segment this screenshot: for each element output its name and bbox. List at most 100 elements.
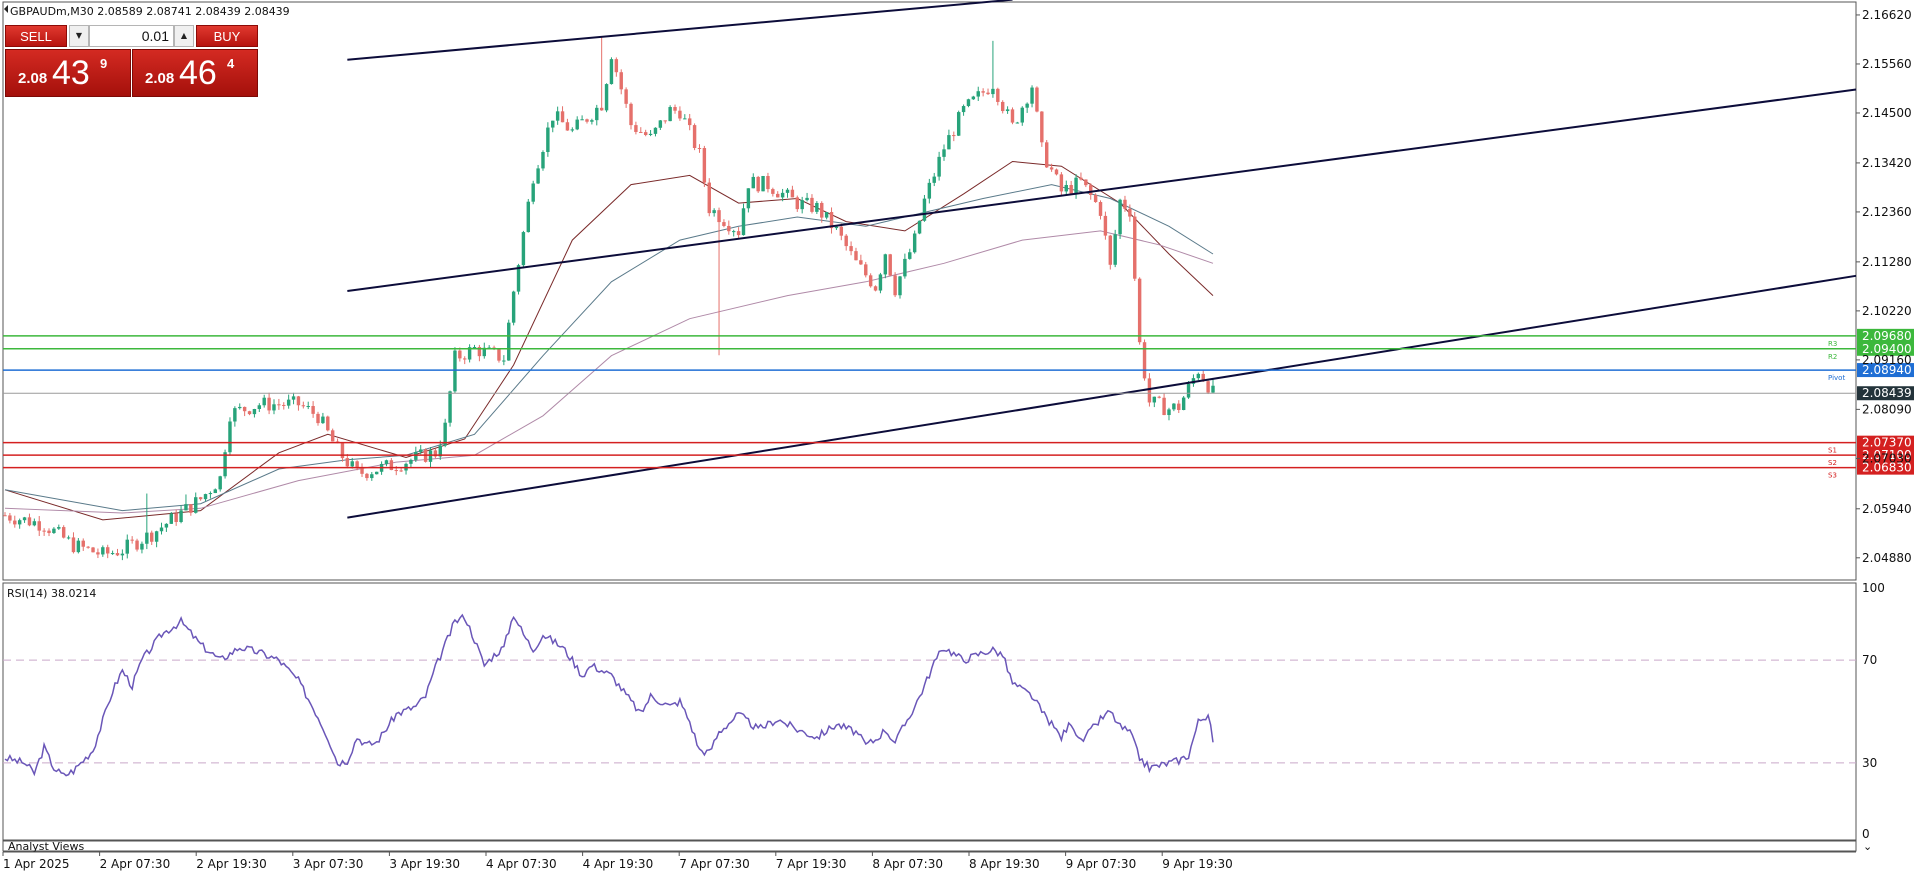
candle-body (228, 421, 232, 453)
candle-body (169, 513, 173, 524)
close-strip-icon[interactable]: ⌄ (1863, 840, 1872, 853)
candle-body (1045, 142, 1049, 168)
candle-body (350, 461, 354, 467)
candle-body (1035, 87, 1039, 112)
candle-body (927, 182, 932, 199)
y-tick-label: 2.10220 (1862, 304, 1912, 318)
candle-body (159, 527, 164, 532)
candle-body (330, 430, 335, 442)
candle-body (678, 110, 682, 119)
candle-body (1147, 378, 1152, 403)
candle-body (912, 233, 917, 253)
candle-body (3, 515, 7, 517)
candle-body (213, 489, 218, 494)
x-tick-label: 4 Apr 07:30 (486, 857, 557, 871)
candle-body (262, 397, 266, 406)
sell-price-fraction: 9 (100, 56, 108, 71)
buy-price-display[interactable]: 2.08 46 4 (132, 49, 258, 97)
candle-body (267, 397, 271, 411)
analyst-views-strip[interactable] (2, 840, 1857, 852)
candle-body (101, 547, 105, 555)
candle-body (883, 254, 888, 275)
candle-body (903, 258, 907, 277)
price-panel[interactable] (2, 1, 1857, 581)
candle-body (71, 537, 76, 553)
candle-body (1089, 185, 1093, 195)
level-mini-label: R3 (1828, 340, 1837, 348)
candle-body (13, 520, 17, 525)
candle-body (414, 451, 418, 460)
candle-body (384, 460, 389, 464)
candle-body (922, 198, 927, 221)
lot-size-input[interactable] (89, 25, 174, 47)
candle-body (1167, 409, 1171, 416)
candle-body (707, 182, 711, 214)
candle-body (233, 408, 237, 422)
x-tick-label: 1 Apr 2025 (3, 857, 70, 871)
candle-body (717, 210, 721, 223)
candle-body (521, 232, 526, 266)
x-tick-label: 4 Apr 19:30 (583, 857, 654, 871)
candle-body (560, 111, 565, 123)
candle-body (345, 458, 350, 467)
candle-body (145, 532, 149, 544)
candle-body (311, 406, 315, 414)
candle-body (898, 276, 902, 296)
candle-body (996, 88, 1000, 102)
candle-body (687, 118, 692, 126)
candle-body (247, 411, 252, 415)
buy-price-prefix: 2.08 (145, 70, 175, 87)
candle-body (497, 348, 501, 361)
candle-body (604, 84, 609, 111)
candle-body (1211, 385, 1215, 393)
candle-body (634, 125, 638, 132)
candle-body (976, 91, 980, 97)
candle-body (795, 197, 800, 210)
level-mini-label: S2 (1828, 459, 1837, 467)
candle-body (27, 517, 32, 526)
candle-body (189, 504, 193, 513)
candle-body (389, 460, 394, 471)
rsi-y-tick-label: 0 (1862, 827, 1870, 841)
candle-body (966, 99, 971, 107)
rsi-y-tick-label: 30 (1862, 756, 1877, 770)
chart-canvas[interactable]: Analyst Views ⌄ GBPAUDm,M30 2.08589 2.08… (0, 0, 1916, 874)
sell-price-prefix: 2.08 (18, 70, 48, 87)
candle-body (942, 149, 946, 157)
candle-body (242, 406, 247, 412)
candle-body (624, 89, 628, 104)
candle-body (252, 409, 257, 415)
candle-body (702, 148, 707, 183)
candle-body (653, 127, 658, 134)
candle-body (741, 208, 746, 236)
lot-increase-icon[interactable]: ▲ (174, 25, 194, 47)
level-mini-label: R2 (1828, 353, 1837, 361)
candle-body (115, 553, 120, 556)
y-tick-label: 2.16620 (1862, 8, 1912, 22)
sell-price-display[interactable]: 2.08 43 9 (5, 49, 131, 97)
candle-body (1196, 373, 1201, 379)
lot-decrease-icon[interactable]: ▼ (69, 25, 89, 47)
candle-body (1064, 185, 1068, 192)
candle-body (458, 350, 462, 359)
candle-body (61, 527, 66, 538)
candle-body (1098, 202, 1103, 216)
analyst-views-tab[interactable]: Analyst Views (8, 840, 84, 853)
candle-body (908, 252, 912, 259)
buy-button[interactable]: BUY (196, 25, 258, 47)
candle-body (937, 156, 941, 177)
candle-body (37, 521, 41, 531)
y-tick-label: 2.08090 (1862, 402, 1912, 416)
candle-body (1118, 199, 1122, 235)
candle-body (590, 120, 594, 122)
sell-button[interactable]: SELL (5, 25, 67, 47)
rsi-panel[interactable] (2, 582, 1857, 841)
buy-price-fraction: 4 (227, 56, 235, 71)
candle-body (800, 200, 804, 210)
candle-body (1074, 177, 1078, 194)
candle-body (1103, 215, 1108, 236)
candle-body (1186, 383, 1191, 398)
candle-body (360, 468, 364, 474)
x-tick-label: 8 Apr 19:30 (969, 857, 1040, 871)
candle-body (1177, 403, 1181, 411)
